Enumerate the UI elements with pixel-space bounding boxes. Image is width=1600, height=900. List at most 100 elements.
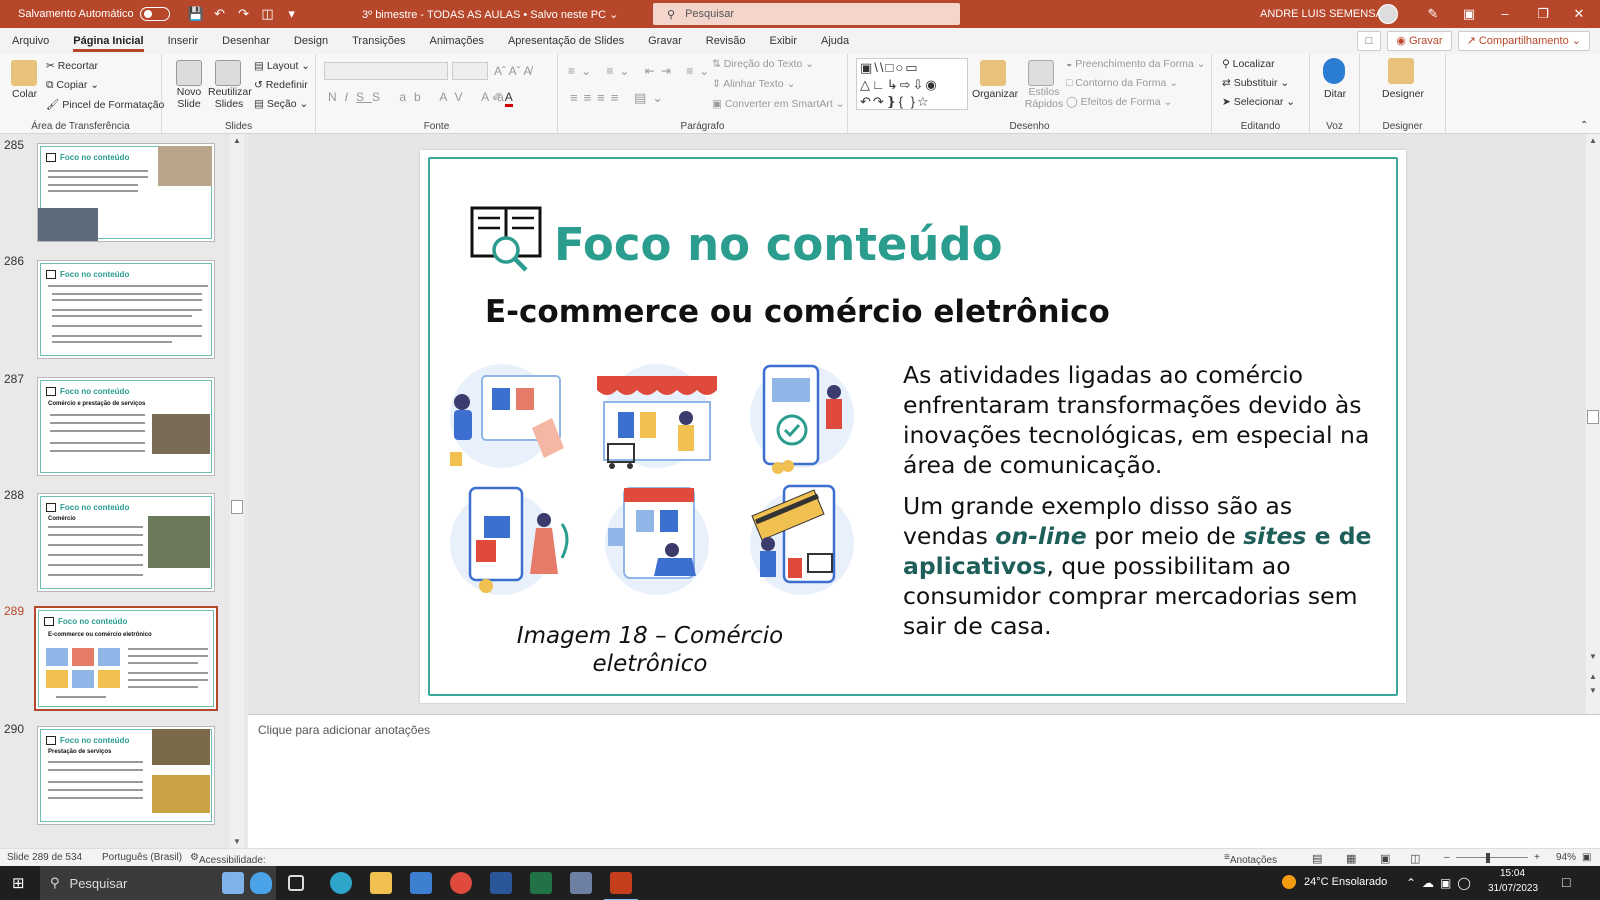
copy-button[interactable]: ⧉ Copiar ⌄	[46, 79, 99, 92]
share-button[interactable]: ↗ Compartilhamento ⌄	[1457, 31, 1590, 51]
tab-transicoes[interactable]: Transições	[340, 28, 417, 54]
reading-view-icon[interactable]: ▣	[1380, 852, 1390, 865]
editor-scrollbar[interactable]: ▲ ▼ ▲ ▼	[1586, 134, 1600, 714]
undo-icon[interactable]: ↶	[208, 6, 232, 22]
slide-thumbnail[interactable]: Foco no conteúdo	[37, 260, 215, 359]
quick-styles-icon[interactable]	[1028, 60, 1054, 86]
customize-toolbar-icon[interactable]: ▾	[280, 6, 304, 22]
slide-title[interactable]: Foco no conteúdo	[554, 218, 1003, 271]
powerpoint-icon[interactable]	[604, 872, 638, 900]
font-size-select[interactable]	[452, 62, 488, 80]
scroll-up-icon[interactable]: ▲	[1589, 136, 1597, 145]
file-explorer-icon[interactable]	[370, 872, 392, 894]
fit-slide-icon[interactable]: ▣	[1582, 852, 1591, 863]
search-input[interactable]: ⚲ Pesquisar	[653, 3, 960, 25]
tab-animacoes[interactable]: Animações	[418, 28, 496, 54]
slide-subtitle[interactable]: E-commerce ou comércio eletrônico	[485, 294, 1110, 330]
tray-icons[interactable]: ⌃☁▣◯	[1406, 876, 1477, 890]
next-slide-icon[interactable]: ▼	[1589, 686, 1597, 695]
tab-inserir[interactable]: Inserir	[156, 28, 211, 54]
task-view-icon[interactable]	[288, 875, 304, 891]
weather-text[interactable]: 24°C Ensolarado	[1304, 876, 1387, 888]
shape-effects-button[interactable]: ◯ Efeitos de Forma ⌄	[1066, 96, 1172, 108]
windows-start-icon[interactable]: ⊞	[12, 874, 25, 892]
slide-thumbnail[interactable]: Foco no conteúdo Comércio	[37, 493, 215, 592]
paste-button[interactable]: Colar	[12, 88, 37, 100]
zoom-level[interactable]: 94%	[1556, 852, 1576, 863]
select-button[interactable]: ➤ Selecionar ⌄	[1222, 96, 1295, 108]
scroll-up-icon[interactable]: ▲	[233, 136, 241, 145]
quick-styles-button[interactable]: Estilos Rápidos	[1024, 86, 1064, 110]
slideshow-view-icon[interactable]: ◫	[1410, 852, 1420, 865]
zoom-slider-thumb[interactable]	[1486, 853, 1490, 863]
slide-thumbnail[interactable]: Foco no conteúdo Prestação de serviços	[37, 726, 215, 825]
redo-icon[interactable]: ↷	[232, 6, 256, 22]
word-icon[interactable]	[490, 872, 512, 894]
grow-font-icon[interactable]: Aˆ Aˇ A̸	[494, 64, 531, 78]
text-direction-button[interactable]: ⇅ Direção do Texto ⌄	[712, 58, 814, 70]
normal-view-icon[interactable]: ▤	[1312, 852, 1322, 865]
previous-slide-icon[interactable]: ▲	[1589, 672, 1597, 681]
comments-button[interactable]: □	[1356, 31, 1382, 51]
shapes-gallery[interactable]: ▣\\□○▭ △∟↳⇨⇩◉ ↶↷❵{ }☆	[856, 58, 968, 110]
replace-button[interactable]: ⇄ Substituir ⌄	[1222, 77, 1289, 89]
font-color-icons[interactable]: ✐ A	[492, 90, 513, 107]
new-slide-button[interactable]: Novo Slide	[172, 86, 206, 110]
thumbnail-scrollbar[interactable]: ▲ ▼	[230, 134, 244, 848]
current-slide[interactable]: Foco no conteúdo E-commerce ou comércio …	[420, 150, 1406, 703]
user-name[interactable]: ANDRE LUIS SEMENSATO	[1260, 8, 1397, 20]
format-painter-button[interactable]: 🖌 Pincel de Formatação	[46, 98, 164, 111]
zoom-in-icon[interactable]: +	[1534, 852, 1540, 863]
slide-thumbnail[interactable]: Foco no conteúdo	[37, 143, 215, 242]
document-title[interactable]: 3º bimestre - TODAS AS AULAS • Salvo nes…	[362, 8, 618, 21]
scroll-thumb[interactable]	[231, 500, 243, 514]
shape-fill-button[interactable]: ◒ Preenchimento da Forma ⌄	[1066, 58, 1205, 70]
sorter-view-icon[interactable]: ▦	[1346, 852, 1356, 865]
language-status[interactable]: Português (Brasil)	[102, 852, 182, 863]
store-icon[interactable]	[410, 872, 432, 894]
zoom-out-icon[interactable]: –	[1444, 852, 1450, 863]
widget-icon-2[interactable]	[250, 872, 272, 894]
clock-time[interactable]: 15:04	[1500, 868, 1525, 879]
tab-arquivo[interactable]: Arquivo	[0, 28, 61, 54]
font-name-select[interactable]	[324, 62, 448, 80]
notifications-icon[interactable]: □	[1562, 874, 1570, 890]
excel-icon[interactable]	[530, 872, 552, 894]
cut-button[interactable]: ✂ Recortar	[46, 60, 98, 72]
tab-revisao[interactable]: Revisão	[694, 28, 758, 54]
section-button[interactable]: ▤ Seção ⌄	[254, 98, 308, 110]
align-text-button[interactable]: ⇕ Alinhar Texto ⌄	[712, 78, 795, 90]
autosave-toggle[interactable]	[139, 7, 170, 21]
record-button[interactable]: ◉ Gravar	[1387, 31, 1452, 51]
tab-gravar[interactable]: Gravar	[636, 28, 694, 54]
app-icon[interactable]	[570, 872, 592, 894]
tab-apresentacao[interactable]: Apresentação de Slides	[496, 28, 636, 54]
tab-exibir[interactable]: Exibir	[758, 28, 810, 54]
close-icon[interactable]: ✕	[1556, 0, 1600, 28]
tab-desenhar[interactable]: Desenhar	[210, 28, 282, 54]
new-slide-icon[interactable]	[176, 60, 202, 86]
notes-pane[interactable]: Clique para adicionar anotações	[248, 714, 1600, 848]
collapse-ribbon-icon[interactable]: ⌃	[1580, 120, 1588, 131]
slide-thumbnail-active[interactable]: Foco no conteúdo E-commerce ou comércio …	[34, 606, 218, 711]
arrange-button[interactable]: Organizar	[972, 88, 1018, 100]
present-icon[interactable]: ◫	[256, 6, 280, 22]
slide-thumbnail[interactable]: Foco no conteúdo Comércio e prestação de…	[37, 377, 215, 476]
save-icon[interactable]: 💾	[184, 6, 208, 22]
reuse-slides-icon[interactable]	[215, 60, 241, 86]
scroll-down-icon[interactable]: ▼	[233, 837, 241, 846]
find-button[interactable]: ⚲ Localizar	[1222, 58, 1275, 70]
scroll-down-icon[interactable]: ▼	[1589, 652, 1597, 661]
reuse-slides-button[interactable]: Reutilizar Slides	[208, 86, 252, 110]
paste-icon[interactable]	[11, 60, 37, 86]
designer-icon[interactable]	[1388, 58, 1414, 84]
arrange-icon[interactable]	[980, 60, 1006, 86]
chrome-icon[interactable]	[450, 872, 472, 894]
slide-body-text[interactable]: As atividades ligadas ao comércio enfren…	[903, 360, 1373, 652]
align-icons[interactable]: ≡≡≡≡ ▤⌄	[570, 90, 669, 106]
smartart-button[interactable]: ▣ Converter em SmartArt ⌄	[712, 98, 845, 110]
accessibility-status[interactable]: ⚙ Acessibilidade: investigar	[190, 852, 266, 877]
font-format-icons[interactable]: NISS ab AV Aa	[328, 90, 512, 104]
tab-design[interactable]: Design	[282, 28, 340, 54]
scroll-thumb[interactable]	[1587, 410, 1599, 424]
